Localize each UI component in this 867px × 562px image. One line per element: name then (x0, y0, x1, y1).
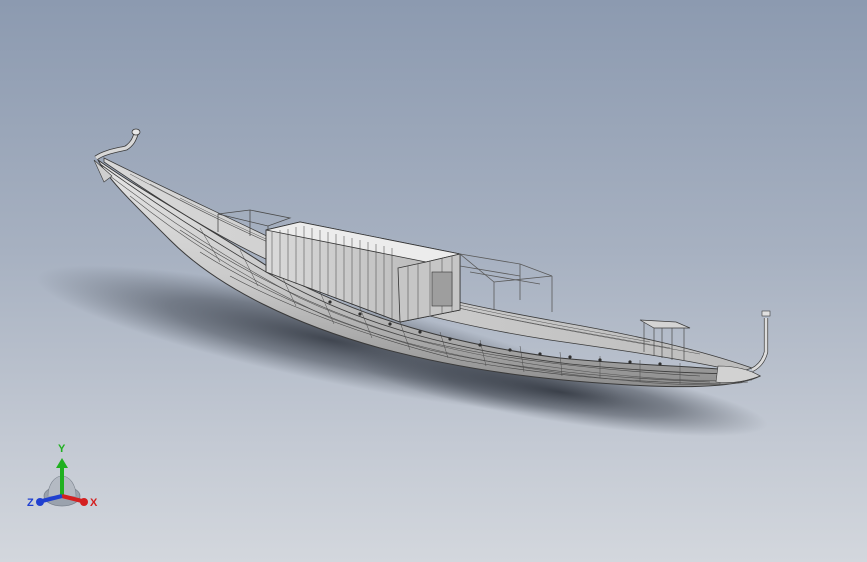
boat-model[interactable] (0, 0, 867, 562)
z-axis-label: Z (27, 497, 34, 509)
graphics-viewport[interactable]: Y X Z (0, 0, 867, 562)
coordinate-triad: Y X Z (27, 443, 98, 509)
cabin-doorway (431, 271, 453, 307)
x-axis-label: X (90, 497, 98, 509)
y-axis-label: Y (58, 443, 66, 455)
aft-canopy-frame[interactable] (458, 253, 553, 312)
stern-post[interactable] (715, 310, 771, 384)
